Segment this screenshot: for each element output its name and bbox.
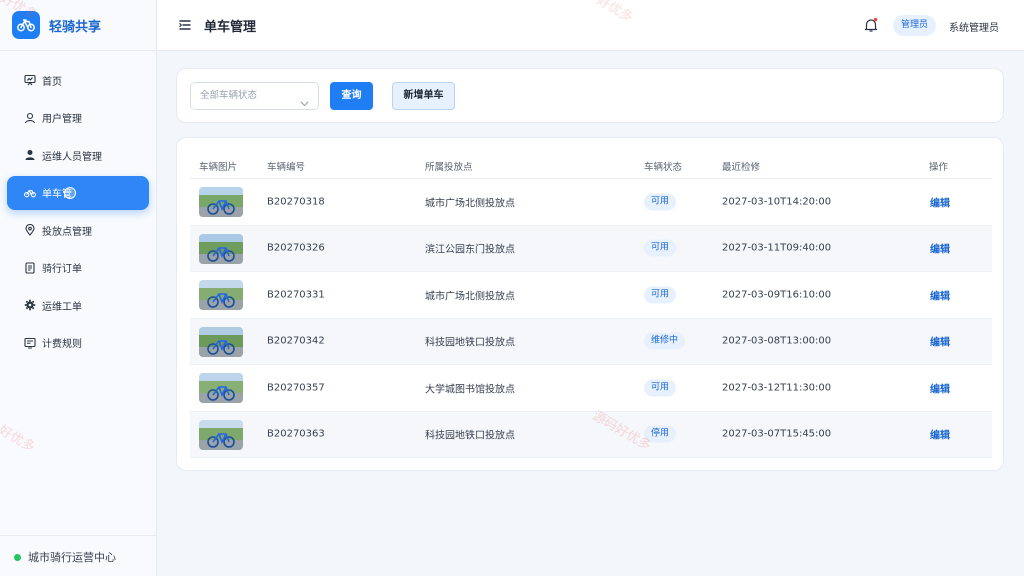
add-bike-button[interactable]: 新增单车 [392, 82, 455, 110]
gear-icon [24, 299, 36, 311]
status-badge: 可用 [644, 239, 677, 257]
status-dot [14, 553, 21, 561]
sidebar-item-orders[interactable]: 骑行订单 [7, 251, 149, 285]
sidebar-item-work-orders[interactable]: 运维工单 [7, 288, 149, 322]
bike-id: B20270357 [267, 382, 325, 394]
sidebar: 轻骑共享 首页 用户管理 运维人员管理 单车管 投放点管理 骑行订单 运维工单 … [0, 0, 157, 576]
sidebar-item-label: 运维工单 [42, 301, 82, 313]
table-row: B20270357 大学城图书馆投放点 可用 2027-03-12T11:30:00 编… [190, 365, 992, 412]
edit-link[interactable]: 编辑 [930, 334, 950, 349]
table-row: B20270363 科技园地铁口投放点 停用 2027-03-07T15:45:00 编… [190, 411, 992, 458]
bike-icon [24, 187, 36, 199]
menu-toggle-icon[interactable] [179, 20, 191, 33]
column-header: 车辆图片 [199, 162, 238, 173]
bike-thumbnail [199, 233, 243, 264]
column-header: 最近检修 [722, 162, 761, 173]
table-header: 车辆图片 车辆编号 所属投放点 车辆状态 最近检修 操作 [190, 155, 992, 179]
bike-id: B20270318 [267, 196, 325, 208]
notification-bell-icon[interactable] [863, 17, 879, 36]
drop-point: 城市广场北侧投放点 [425, 198, 515, 210]
location-pin-icon [24, 224, 36, 236]
edit-link[interactable]: 编辑 [930, 380, 950, 395]
role-badge: 管理员 [893, 15, 937, 36]
sidebar-item-home[interactable]: 首页 [7, 63, 149, 97]
sidebar-item-users[interactable]: 用户管理 [7, 101, 149, 135]
bike-icon [12, 11, 40, 39]
table-row: B20270331 城市广场北侧投放点 可用 2027-03-09T16:10:00 编… [190, 272, 992, 319]
table-row: B20270342 科技园地铁口投放点 维修中 2027-03-08T13:00:00… [190, 318, 992, 365]
column-header: 所属投放点 [425, 162, 473, 173]
sidebar-nav: 首页 用户管理 运维人员管理 单车管 投放点管理 骑行订单 运维工单 计费规则 [7, 63, 149, 363]
status-badge: 停用 [644, 425, 677, 443]
bike-id: B20270363 [267, 428, 325, 440]
top-header: 单车管理 管理员 系统管理员 [157, 0, 1024, 51]
bike-id: B20270331 [267, 289, 325, 301]
sidebar-item-label: 投放点管理 [42, 226, 92, 238]
brand-name: 轻骑共享 [49, 19, 102, 35]
table-row: B20270326 滨江公园东门投放点 可用 2027-03-11T09:40:00 编… [190, 225, 992, 272]
last-maintenance: 2027-03-12T11:30:00 [722, 382, 832, 394]
sidebar-item-billing[interactable]: 计费规则 [7, 326, 149, 360]
column-header: 车辆编号 [267, 162, 306, 173]
last-maintenance: 2027-03-11T09:40:00 [722, 242, 832, 254]
last-maintenance: 2027-03-09T16:10:00 [722, 289, 832, 301]
status-badge: 维修中 [644, 332, 686, 350]
bike-thumbnail [199, 326, 243, 357]
brand[interactable]: 轻骑共享 [12, 11, 101, 39]
bike-id: B20270326 [267, 242, 325, 254]
sidebar-item-label: 计费规则 [42, 339, 82, 350]
drop-point: 城市广场北侧投放点 [425, 291, 515, 303]
dashboard-icon [24, 74, 36, 86]
sidebar-item-points[interactable]: 投放点管理 [7, 213, 149, 247]
drop-point: 大学城图书馆投放点 [425, 384, 515, 396]
query-button[interactable]: 查询 [330, 82, 373, 110]
user-icon [24, 112, 36, 124]
sidebar-item-label: 首页 [42, 76, 62, 88]
drop-point: 科技园地铁口投放点 [425, 430, 515, 442]
divider [0, 50, 156, 51]
status-badge: 可用 [644, 193, 677, 211]
status-filter-select[interactable]: 全部车辆状态 [190, 82, 319, 110]
sidebar-item-label: 运维人员管理 [42, 151, 102, 163]
edit-link[interactable]: 编辑 [930, 427, 950, 442]
page-title: 单车管理 [204, 20, 257, 35]
cursor-indicator [64, 186, 76, 199]
edit-link[interactable]: 编辑 [930, 241, 950, 256]
edit-link[interactable]: 编辑 [930, 287, 950, 302]
drop-point: 滨江公园东门投放点 [425, 244, 515, 256]
chevron-down-icon [300, 92, 309, 118]
bike-thumbnail [199, 419, 243, 450]
edit-link[interactable]: 编辑 [930, 194, 950, 209]
drop-point: 科技园地铁口投放点 [425, 337, 515, 349]
billing-icon [24, 337, 36, 349]
bike-id: B20270342 [267, 335, 325, 347]
org-name: 城市骑行运营中心 [28, 551, 116, 564]
user-name[interactable]: 系统管理员 [949, 19, 999, 34]
sidebar-item-label: 骑行订单 [42, 264, 82, 275]
bike-table-card: 车辆图片 车辆编号 所属投放点 车辆状态 最近检修 操作 B20270318 城市… [176, 137, 1004, 471]
document-icon [24, 261, 36, 274]
bike-thumbnail [199, 373, 243, 403]
sidebar-item-label: 用户管理 [42, 114, 82, 125]
last-maintenance: 2027-03-08T13:00:00 [722, 335, 832, 347]
org-status: 城市骑行运营中心 [14, 549, 116, 565]
filter-card: 全部车辆状态 查询 新增单车 [176, 68, 1004, 123]
bike-thumbnail [199, 187, 243, 217]
divider [0, 535, 156, 536]
sidebar-item-bikes[interactable]: 单车管 [7, 175, 149, 210]
table-body: B20270318 城市广场北侧投放点 可用 2027-03-10T14:20:00 编… [190, 179, 992, 458]
status-badge: 可用 [644, 286, 677, 304]
last-maintenance: 2027-03-07T15:45:00 [722, 428, 832, 440]
table-row: B20270318 城市广场北侧投放点 可用 2027-03-10T14:20:00 编… [190, 179, 992, 226]
column-header: 车辆状态 [644, 162, 683, 173]
select-placeholder: 全部车辆状态 [200, 90, 258, 101]
bike-thumbnail [199, 280, 243, 310]
status-badge: 可用 [644, 379, 677, 397]
person-icon [24, 149, 36, 161]
last-maintenance: 2027-03-10T14:20:00 [722, 196, 832, 208]
sidebar-item-ops-staff[interactable]: 运维人员管理 [7, 138, 149, 172]
column-header: 操作 [929, 162, 949, 173]
